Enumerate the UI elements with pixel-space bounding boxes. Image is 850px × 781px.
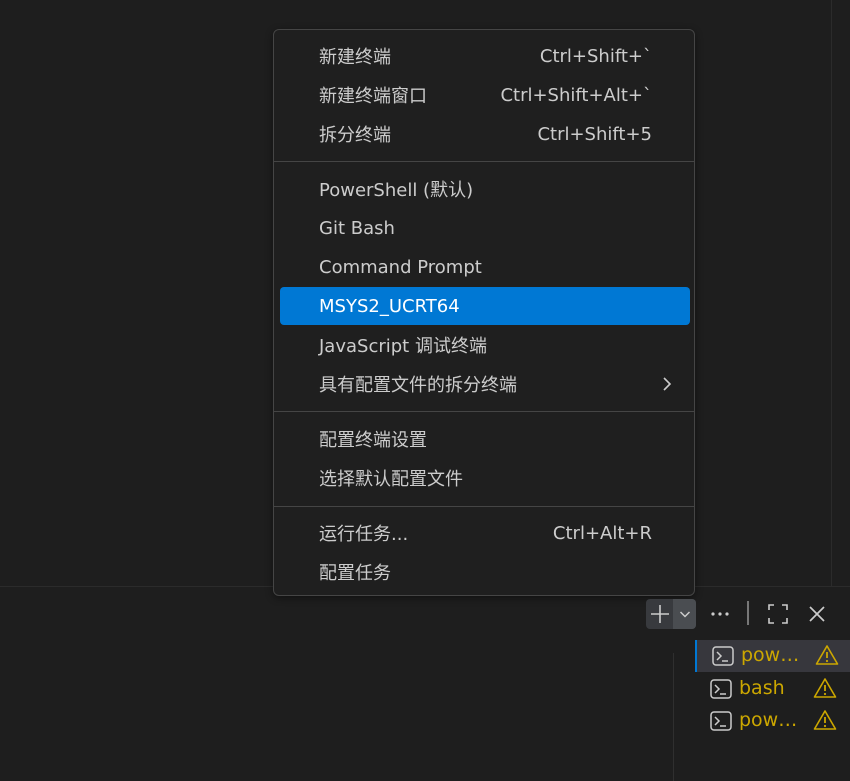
- menu-item-label: 运行任务...: [319, 524, 409, 545]
- menu-item-label: PowerShell (默认): [319, 180, 474, 201]
- menu-item-label: 新建终端窗口: [319, 86, 427, 107]
- menu-item-shortcut: Ctrl+Shift+5: [537, 123, 652, 145]
- terminal-tab-powershell-2[interactable]: powershell: [695, 705, 850, 737]
- menu-item-label: MSYS2_UCRT64: [319, 295, 460, 317]
- close-icon: [809, 606, 825, 622]
- new-terminal-button[interactable]: [646, 599, 673, 629]
- menu-item-javascript-debug-terminal[interactable]: JavaScript 调试终端: [280, 326, 690, 364]
- menu-item-new-terminal-window[interactable]: 新建终端窗口 Ctrl+Shift+Alt+`: [280, 76, 690, 114]
- warning-icon: [815, 645, 839, 665]
- menu-item-label: 配置任务: [319, 563, 391, 584]
- new-terminal-button-group: [646, 599, 696, 629]
- terminal-tab-powershell-1[interactable]: powershell: [695, 640, 850, 672]
- maximize-panel-button[interactable]: [763, 599, 793, 629]
- menu-item-run-task[interactable]: 运行任务... Ctrl+Alt+R: [280, 514, 690, 552]
- close-panel-button[interactable]: [802, 599, 832, 629]
- menu-item-new-terminal[interactable]: 新建终端 Ctrl+Shift+`: [280, 37, 690, 75]
- chevron-right-icon: [663, 377, 672, 391]
- menu-item-label: 拆分终端: [319, 125, 391, 146]
- more-actions-button[interactable]: [707, 599, 733, 629]
- menu-item-profile-powershell[interactable]: PowerShell (默认): [280, 170, 690, 208]
- menu-item-shortcut: Ctrl+Alt+R: [552, 522, 652, 544]
- terminal-area-border: [673, 653, 674, 781]
- warning-icon: [813, 710, 837, 730]
- menu-item-label: Command Prompt: [319, 256, 482, 278]
- menu-separator: [274, 411, 694, 412]
- warning-icon: [813, 678, 837, 698]
- terminal-tab-label: powershell: [741, 644, 805, 666]
- menu-item-label: Git Bash: [319, 217, 395, 239]
- maximize-icon: [768, 604, 788, 624]
- terminal-tab-label: bash: [739, 677, 785, 699]
- menu-item-profile-git-bash[interactable]: Git Bash: [280, 209, 690, 247]
- menu-item-select-default-profile[interactable]: 选择默认配置文件: [280, 459, 690, 497]
- menu-separator: [274, 506, 694, 507]
- menu-item-label: 新建终端: [319, 47, 391, 68]
- menu-item-label: 具有配置文件的拆分终端: [319, 375, 517, 396]
- terminal-tab-label: powershell: [739, 709, 803, 731]
- menu-item-shortcut: Ctrl+Shift+Alt+`: [500, 84, 652, 106]
- ellipsis-icon: [711, 612, 729, 616]
- menu-item-label: 配置终端设置: [319, 430, 427, 451]
- menu-item-label: 选择默认配置文件: [319, 469, 463, 490]
- menu-item-configure-tasks[interactable]: 配置任务: [280, 553, 690, 591]
- menu-item-split-with-profile[interactable]: 具有配置文件的拆分终端: [280, 365, 690, 403]
- terminal-tabs-list: powershell bash powershell: [695, 640, 850, 781]
- menu-item-label: JavaScript 调试终端: [319, 336, 487, 357]
- launch-profile-dropdown-button[interactable]: [673, 599, 696, 629]
- editor-vertical-ruler: [831, 0, 832, 587]
- terminal-tab-bash[interactable]: bash: [695, 673, 850, 705]
- menu-item-split-terminal[interactable]: 拆分终端 Ctrl+Shift+5: [280, 115, 690, 153]
- menu-item-profile-command-prompt[interactable]: Command Prompt: [280, 248, 690, 286]
- chevron-down-icon: [679, 611, 690, 618]
- toolbar-separator: [747, 601, 749, 625]
- menu-item-profile-msys2-ucrt64[interactable]: MSYS2_UCRT64: [280, 287, 690, 325]
- terminal-icon: [710, 711, 732, 731]
- plus-icon: [650, 605, 669, 623]
- menu-item-configure-terminal-settings[interactable]: 配置终端设置: [280, 420, 690, 458]
- menu-separator: [274, 161, 694, 162]
- terminal-icon: [710, 679, 732, 699]
- terminal-launch-menu: 新建终端 Ctrl+Shift+` 新建终端窗口 Ctrl+Shift+Alt+…: [273, 29, 695, 596]
- menu-item-shortcut: Ctrl+Shift+`: [539, 45, 652, 67]
- terminal-icon: [712, 646, 734, 666]
